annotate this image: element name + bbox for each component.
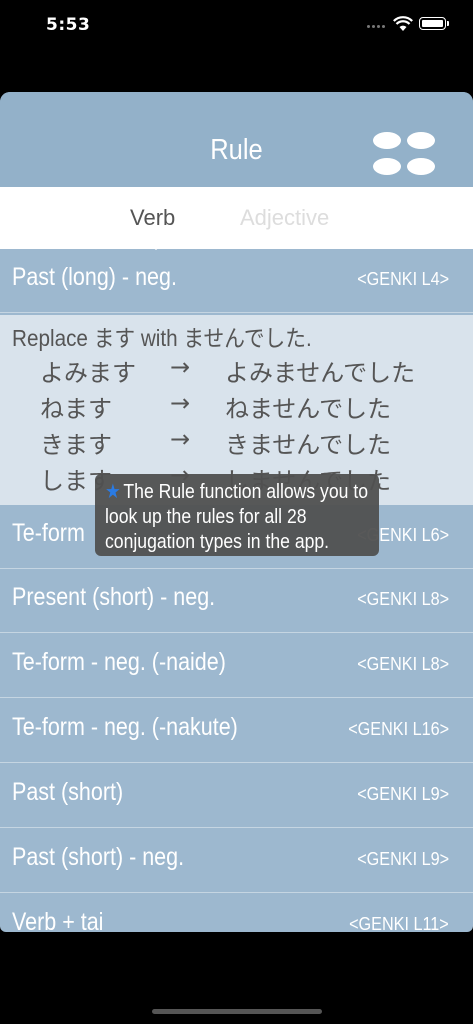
wifi-icon [393,16,413,31]
row-tag: <GENKI L9> [357,849,449,869]
rule-example: きます → きませんでした [40,425,460,459]
rule-row[interactable]: Te-form - neg. (-nakute) <GENKI L16> [0,699,473,763]
example-to: きませんでした [225,431,392,459]
row-title: Present (short) - neg. [12,583,216,611]
rule-intro: Replace ます with ませんでした. [12,325,312,351]
tab-adjective[interactable]: Adjective [240,205,329,231]
battery-icon [419,17,449,30]
row-tag: <GENKI L8> [357,589,449,609]
rule-row[interactable]: Past (short) - neg. <GENKI L9> [0,829,473,893]
row-tag: <GENKI L8> [357,654,449,674]
example-from: きます [40,431,112,459]
row-title: Te-form - neg. (-naide) [12,648,226,676]
arrow-icon: → [170,425,191,453]
signal-icon [367,25,387,29]
grid-menu-button[interactable] [370,130,438,180]
arrow-icon: → [170,389,191,417]
star-icon: ★ [105,481,121,503]
example-to: ねませんでした [225,395,392,423]
example-from: よみます [40,359,136,387]
row-tag: <GENKI L16> [348,719,449,739]
row-title: Past (long) - neg. [12,263,177,291]
nav-bar: Rule [0,92,473,187]
tooltip-text: ★ The Rule function allows you to look up… [105,480,378,555]
example-from: ねます [40,395,112,423]
example-to: よみませんでした [225,359,416,387]
rule-row[interactable]: Past (long) - neg. <GENKI L4> [0,249,473,313]
rule-example: よみます → よみませんでした [40,353,460,387]
tooltip-message: The Rule function allows you to look up … [105,481,369,553]
rule-example: ねます → ねませんでした [40,389,460,423]
grid-dot-icon [373,132,401,149]
rule-row[interactable]: Past (short) <GENKI L9> [0,764,473,828]
grid-dot-icon [407,132,435,149]
row-title: Past (short) - neg. [12,843,185,871]
segmented-control: Verb Adjective [0,187,473,249]
rule-sheet: Rule Verb Adjective Past (long) - neg. <… [0,92,473,932]
rule-row[interactable]: Verb + tai <GENKI L11> [0,894,473,932]
row-title: Verb + tai [12,908,104,932]
grid-dot-icon [373,158,401,175]
home-indicator [152,1009,322,1014]
tab-verb[interactable]: Verb [130,205,175,231]
row-tag: <GENKI L11> [349,914,449,932]
row-title: Past (short) [12,778,124,806]
rule-row[interactable]: Te-form - neg. (-naide) <GENKI L8> [0,634,473,698]
status-bar: 5:53 [0,0,473,50]
row-title: Te-form - neg. (-nakute) [12,713,238,741]
status-time: 5:53 [46,15,91,35]
row-tag: <GENKI L4> [357,269,449,289]
arrow-icon: → [170,353,191,381]
tooltip[interactable]: ★ The Rule function allows you to look up… [95,474,379,556]
row-tag: <GENKI L9> [357,784,449,804]
rule-row[interactable]: Present (short) - neg. <GENKI L8> [0,569,473,633]
row-title: Te-form [12,519,85,547]
grid-dot-icon [407,158,435,175]
